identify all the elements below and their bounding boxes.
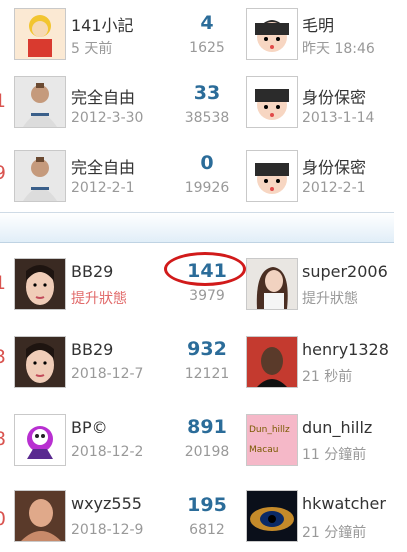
author-avatar[interactable]	[14, 490, 66, 542]
last-poster-avatar[interactable]	[246, 150, 298, 202]
post-date: 5 天前	[71, 41, 113, 57]
last-poster-avatar[interactable]	[246, 258, 298, 310]
last-poster-name[interactable]: super2006	[302, 262, 388, 281]
author-name[interactable]: BB29	[71, 262, 113, 281]
section-separator	[0, 213, 394, 243]
author-avatar[interactable]	[14, 8, 66, 60]
reply-count: 891	[187, 416, 227, 438]
author-name[interactable]: wxyz555	[71, 494, 142, 513]
reply-count: 932	[187, 338, 227, 360]
author-name[interactable]: 完全自由	[71, 84, 135, 108]
last-poster-avatar[interactable]: Dun_hillz Macau	[246, 414, 298, 466]
view-count: 6812	[189, 522, 225, 538]
last-post-time: 21 分鐘前	[302, 525, 367, 541]
author-avatar[interactable]	[14, 76, 66, 128]
last-poster-avatar[interactable]	[246, 490, 298, 542]
boost-status[interactable]: 提升狀態	[71, 288, 127, 308]
avatar-caption: Dun_hillz	[249, 425, 290, 435]
reply-count: 33	[193, 82, 221, 104]
last-poster-name[interactable]: 身份保密	[302, 84, 366, 108]
last-post-time: 2013-1-14	[302, 110, 375, 126]
last-post-time: 11 分鐘前	[302, 447, 367, 463]
thread-row: 8 BP© 2018-12-2 891 20198 Dun_hillz Maca…	[0, 400, 394, 481]
view-count: 38538	[184, 110, 230, 126]
author-name[interactable]: BB29	[71, 340, 113, 359]
last-post-time: 2012-2-1	[302, 180, 366, 196]
rank-number: 3	[0, 320, 6, 400]
author-avatar[interactable]	[14, 336, 66, 388]
last-poster-avatar[interactable]	[246, 8, 298, 60]
author-avatar[interactable]	[14, 258, 66, 310]
author-name[interactable]: 141小記	[71, 12, 134, 36]
author-name[interactable]: 完全自由	[71, 154, 135, 178]
last-poster-name[interactable]: 毛明	[302, 12, 334, 36]
reply-count: 4	[200, 12, 214, 34]
last-poster-name[interactable]: hkwatcher	[302, 494, 386, 513]
view-count: 3979	[189, 288, 225, 304]
thread-row: 3 BB29 2018-12-7 932 12121 henry1328 21 …	[0, 320, 394, 401]
last-poster-name[interactable]: 身份保密	[302, 154, 366, 178]
avatar-caption: Macau	[249, 445, 279, 455]
view-count: 19926	[184, 180, 230, 196]
rank-number: 8	[0, 400, 6, 480]
view-count: 12121	[184, 366, 230, 382]
last-poster-avatar[interactable]	[246, 336, 298, 388]
rank-number: 9	[0, 140, 6, 212]
post-date: 2018-12-2	[71, 444, 144, 460]
reply-count: 0	[200, 152, 214, 174]
reply-count: 195	[187, 494, 227, 516]
post-date: 2018-12-7	[71, 366, 144, 382]
last-poster-name[interactable]: henry1328	[302, 340, 389, 359]
thread-row: 141小記 5 天前 4 1625 毛明 昨天 18:46	[0, 0, 394, 67]
author-avatar[interactable]	[14, 150, 66, 202]
last-poster-avatar[interactable]	[246, 76, 298, 128]
author-name[interactable]: BP©	[71, 418, 108, 437]
highlight-circle	[164, 252, 246, 286]
post-date: 2012-3-30	[71, 110, 144, 126]
thread-row: 9 完全自由 2012-2-1 0 19926 身份保密 2012-2-1	[0, 140, 394, 213]
last-post-time: 提升狀態	[302, 291, 358, 307]
view-count: 20198	[184, 444, 230, 460]
rank-number: 1	[0, 244, 6, 320]
thread-row: 0 wxyz555 2018-12-9 195 6812 hkwatcher 2…	[0, 480, 394, 552]
view-count: 1625	[189, 40, 225, 56]
rank-number: 0	[0, 480, 6, 552]
rank-number: 1	[0, 66, 6, 140]
last-poster-name[interactable]: dun_hillz	[302, 418, 372, 437]
thread-row: 1 完全自由 2012-3-30 33 38538 身份保密 2013-1-14	[0, 66, 394, 141]
post-date: 2018-12-9	[71, 522, 144, 538]
author-avatar[interactable]	[14, 414, 66, 466]
last-post-time: 昨天 18:46	[302, 41, 375, 57]
last-post-time: 21 秒前	[302, 369, 353, 385]
post-date: 2012-2-1	[71, 180, 135, 196]
